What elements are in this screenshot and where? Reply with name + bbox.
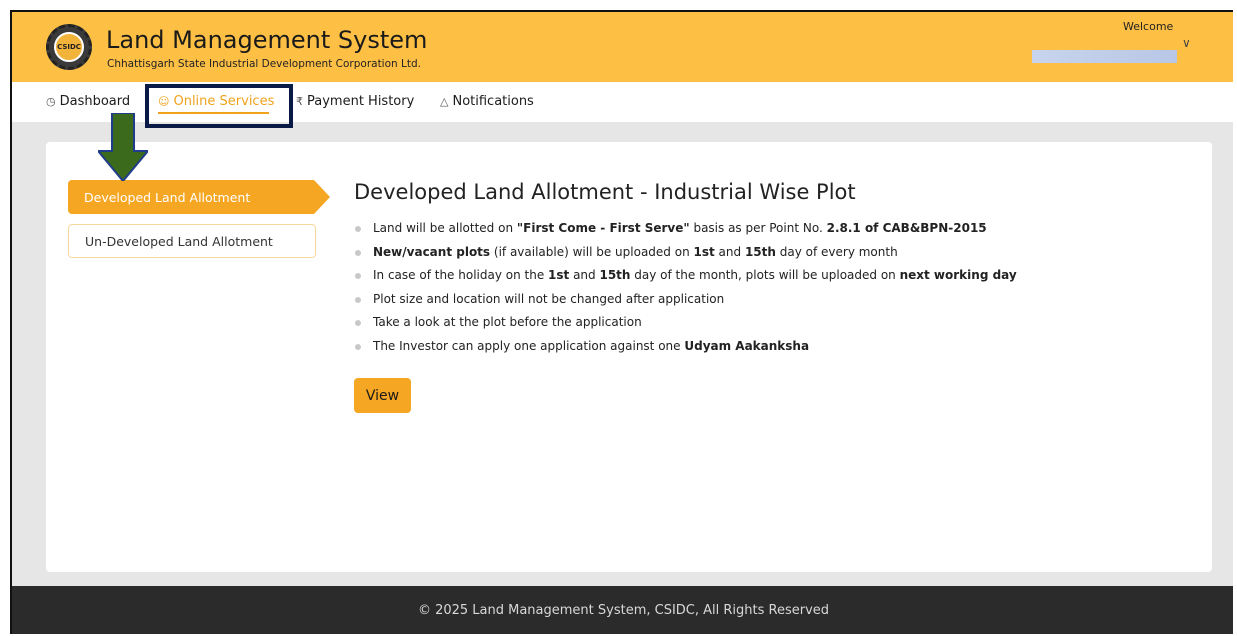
rupee-icon: ₹ — [296, 95, 303, 108]
info-bullet: Land will be allotted on "First Come - F… — [354, 220, 1017, 244]
app-subtitle: Chhattisgarh State Industrial Developmen… — [107, 58, 421, 70]
info-bullet: The Investor can apply one application a… — [354, 338, 1017, 362]
bullet-text: day of every month — [775, 244, 898, 259]
user-name-redacted[interactable] — [1032, 50, 1177, 63]
info-bullet: Plot size and location will not be chang… — [354, 291, 1017, 315]
bullet-text: day of the month, plots will be uploaded… — [630, 268, 900, 282]
bullet-text: basis as per Point No. — [689, 221, 827, 235]
info-bullet: In case of the holiday on the 1st and 15… — [354, 267, 1017, 291]
footer: © 2025 Land Management System, CSIDC, Al… — [12, 586, 1233, 634]
tab-undeveloped-land-allotment[interactable]: Un-Developed Land Allotment — [68, 224, 316, 258]
nav-item-notifications[interactable]: △ Notifications — [440, 94, 534, 109]
bullet-text: 1st — [548, 268, 570, 282]
nav-item-label: Payment History — [307, 94, 415, 109]
bullet-text: 2.8.1 of CAB&BPN-2015 — [826, 221, 987, 235]
dashboard-icon: ◷ — [46, 95, 56, 108]
tab-developed-land-allotment[interactable]: Developed Land Allotment — [68, 180, 314, 214]
browser-frame: CSIDC Land Management System Chhattisgar… — [10, 10, 1233, 634]
section-title: Developed Land Allotment - Industrial Wi… — [354, 180, 856, 204]
bullet-text: 1st — [693, 244, 715, 259]
nav-item-payment-history[interactable]: ₹ Payment History — [296, 94, 414, 109]
bullet-text: New/vacant plots — [373, 244, 491, 259]
nav-item-dashboard[interactable]: ◷ Dashboard — [46, 94, 130, 109]
bullet-text: Take a look at the plot before the appli… — [373, 315, 642, 329]
csidc-logo[interactable]: CSIDC — [46, 24, 92, 70]
info-bullet-list: Land will be allotted on "First Come - F… — [354, 220, 1017, 361]
bullet-text: and — [569, 268, 600, 282]
active-tab-pointer — [314, 180, 330, 214]
bullet-text: The Investor can apply one application a… — [373, 338, 685, 353]
bullet-text: Udyam Aakanksha — [684, 338, 810, 353]
annotation-highlight-box — [145, 84, 293, 128]
header-bar: CSIDC Land Management System Chhattisgar… — [12, 12, 1233, 82]
bullet-text: (if available) will be uploaded on — [490, 244, 694, 259]
bullet-text: "First Come - First Serve" — [516, 221, 690, 235]
info-bullet: Take a look at the plot before the appli… — [354, 314, 1017, 338]
bullet-text: 15th — [599, 268, 631, 282]
info-bullet: New/vacant plots (if available) will be … — [354, 244, 1017, 268]
welcome-label: Welcome — [1123, 20, 1174, 33]
bullet-text: next working day — [899, 268, 1017, 282]
app-title: Land Management System — [106, 26, 428, 54]
nav-item-label: Dashboard — [59, 94, 131, 109]
chevron-down-icon[interactable]: ∨ — [1182, 36, 1191, 50]
bullet-text: 15th — [744, 244, 776, 259]
bullet-text: Land will be allotted on — [373, 221, 517, 235]
content-card: Developed Land Allotment Un-Developed La… — [46, 142, 1212, 572]
logo-text: CSIDC — [54, 32, 84, 62]
bullet-text: In case of the holiday on the — [373, 268, 549, 282]
bullet-text: and — [714, 244, 745, 259]
annotation-down-arrow — [98, 113, 148, 181]
bullet-text: Plot size and location will not be chang… — [373, 291, 725, 306]
nav-item-label: Notifications — [452, 94, 534, 109]
view-button[interactable]: View — [354, 378, 411, 413]
bell-icon: △ — [440, 95, 449, 108]
